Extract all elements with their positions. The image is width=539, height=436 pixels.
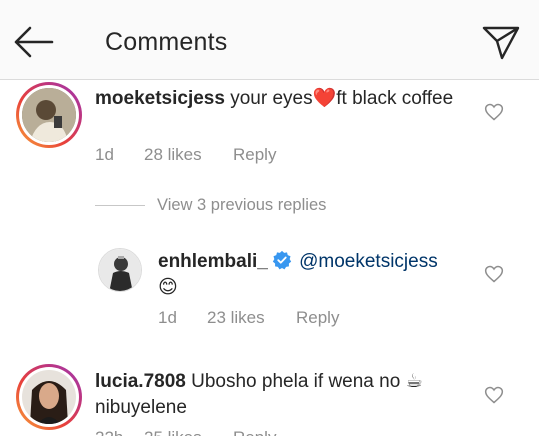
avatar[interactable] xyxy=(98,248,142,292)
comment-body: your eyes xyxy=(230,88,313,109)
comment-text: moeketsicjess your eyes❤️ft black coffee xyxy=(95,86,475,112)
comment-username[interactable]: moeketsicjess xyxy=(95,88,225,109)
paper-plane-icon xyxy=(482,26,520,60)
mention-link[interactable]: @moeketsicjess xyxy=(299,251,438,272)
reply-text: enhlembali_ @moeketsicjess 😊 xyxy=(158,249,478,301)
like-button[interactable] xyxy=(484,102,504,122)
comment-body: Ubosho phela if wena no xyxy=(191,371,401,392)
comment-meta: 1d 28 likes Reply xyxy=(95,145,276,165)
reply-username[interactable]: enhlembali_ xyxy=(158,251,268,272)
share-button[interactable] xyxy=(480,22,522,62)
comment-time: 1d xyxy=(95,145,114,164)
reply-button[interactable]: Reply xyxy=(296,308,339,328)
like-button[interactable] xyxy=(484,385,504,405)
avatar[interactable] xyxy=(16,82,82,148)
avatar-photo xyxy=(22,88,76,142)
avatar-photo xyxy=(99,249,141,291)
heart-outline-icon xyxy=(484,386,504,404)
heart-outline-icon xyxy=(484,265,504,283)
comment-time: 22h xyxy=(95,428,144,436)
comment-body-cont: nibuyelene xyxy=(95,397,187,418)
comment-likes[interactable]: 28 likes xyxy=(144,145,233,165)
comments-header: Comments xyxy=(0,0,539,80)
avatar-photo xyxy=(22,370,76,424)
arrow-left-icon xyxy=(14,26,54,58)
heart-emoji: ❤️ xyxy=(312,88,337,109)
comment-text: lucia.7808 Ubosho phela if wena no ☕ nib… xyxy=(95,369,475,421)
comment-likes[interactable]: 25 likes xyxy=(144,428,233,436)
back-button[interactable] xyxy=(10,22,56,62)
verified-badge-icon xyxy=(272,250,291,270)
comment-meta: 22h 25 likes Reply xyxy=(95,428,276,436)
page-title: Comments xyxy=(105,28,228,56)
smile-emoji: 😊 xyxy=(158,277,178,298)
reply-button[interactable]: Reply xyxy=(233,428,276,436)
view-replies-label: View 3 previous replies xyxy=(157,196,327,214)
reply-likes[interactable]: 23 likes xyxy=(207,308,296,328)
coffee-emoji: ☕ xyxy=(405,371,423,392)
comment-username[interactable]: lucia.7808 xyxy=(95,371,186,392)
divider xyxy=(95,205,145,206)
reply-button[interactable]: Reply xyxy=(233,145,276,165)
comment-body-cont: ft black coffee xyxy=(336,88,454,109)
reply-time: 1d xyxy=(158,308,177,327)
like-button[interactable] xyxy=(484,264,504,284)
view-previous-replies[interactable]: View 3 previous replies xyxy=(95,196,326,215)
heart-outline-icon xyxy=(484,103,504,121)
reply-meta: 1d 23 likes Reply xyxy=(158,308,339,328)
avatar[interactable] xyxy=(16,364,82,430)
